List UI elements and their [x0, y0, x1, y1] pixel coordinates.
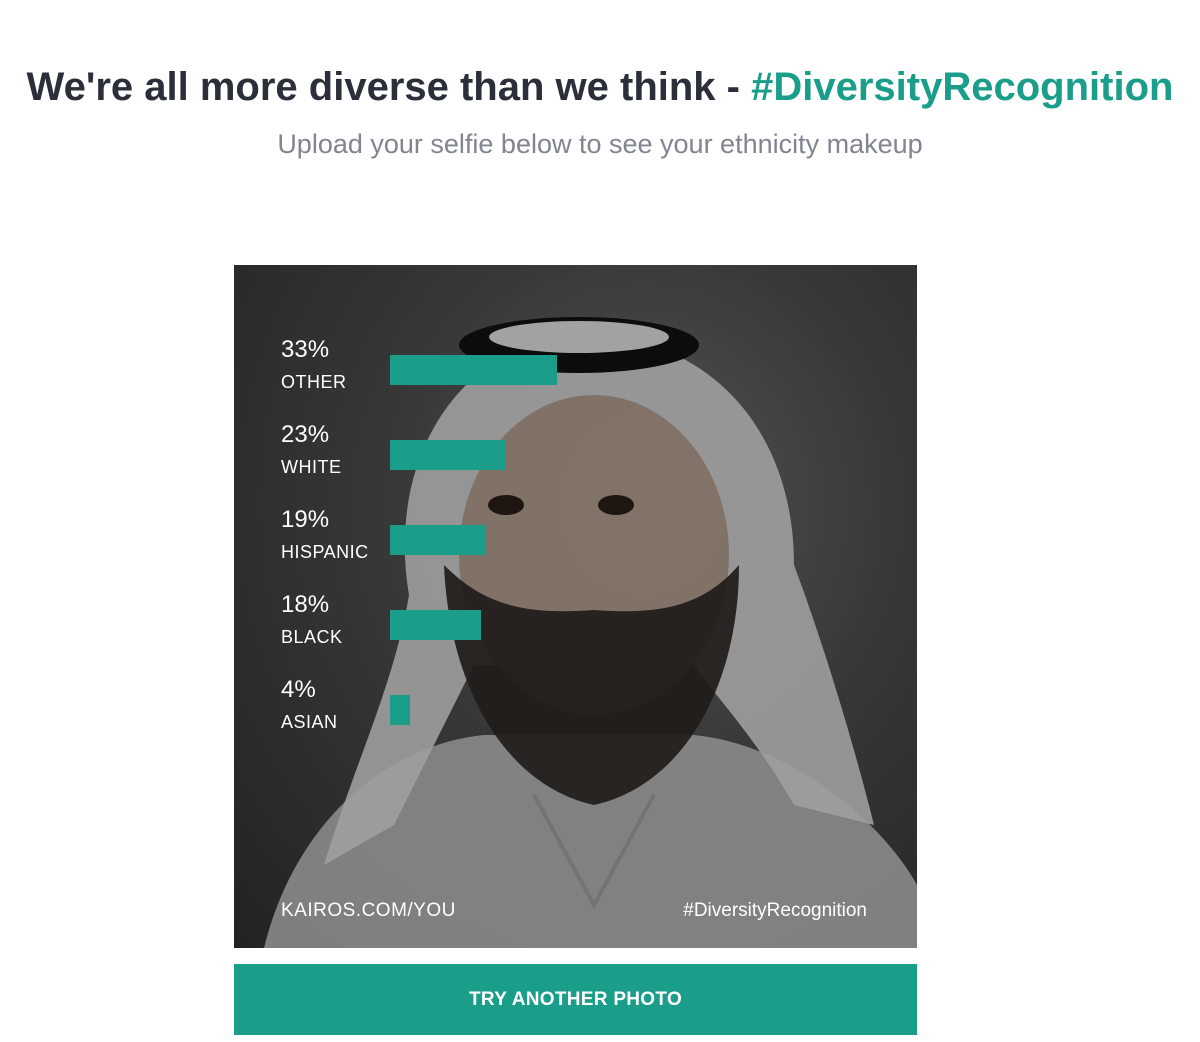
page-title-hashtag: #DiversityRecognition — [751, 64, 1174, 109]
try-another-photo-button[interactable]: TRY ANOTHER PHOTO — [234, 964, 917, 1035]
result-card: 33% OTHER 23% WHITE 19% HISPANIC 18% BLACK 4% ASI… — [234, 265, 917, 948]
bar-value-label: 18% — [281, 591, 330, 618]
bar-white — [390, 440, 506, 470]
bar-value-label: 19% — [281, 506, 330, 533]
page-subtitle: Upload your selfie below to see your eth… — [277, 129, 923, 159]
ethnicity-chart: 33% OTHER 23% WHITE 19% HISPANIC 18% BLACK 4% ASI… — [234, 265, 917, 948]
bar-category-label: BLACK — [281, 627, 343, 647]
bar-category-label: HISPANIC — [281, 542, 369, 562]
bar-value-label: 4% — [281, 676, 316, 703]
chart-row-white: 23% WHITE — [281, 420, 681, 490]
chart-row-hispanic: 19% HISPANIC — [281, 505, 681, 575]
page-title-main: We're all more diverse than we think - — [26, 64, 752, 109]
kairos-url: KAIROS.COM/YOU — [281, 900, 456, 921]
chart-row-other: 33% OTHER — [281, 335, 681, 405]
bar-value-label: 23% — [281, 421, 330, 448]
bar-value-label: 33% — [281, 336, 330, 363]
bar-hispanic — [390, 525, 486, 555]
bar-category-label: WHITE — [281, 457, 342, 477]
bar-category-label: OTHER — [281, 372, 347, 392]
chart-row-black: 18% BLACK — [281, 590, 681, 660]
bar-other — [390, 355, 557, 385]
card-hashtag: #DiversityRecognition — [683, 900, 867, 921]
bar-category-label: ASIAN — [281, 712, 338, 732]
bar-black — [390, 610, 481, 640]
page-title: We're all more diverse than we think - #… — [0, 61, 1200, 113]
bar-asian — [390, 695, 410, 725]
chart-row-asian: 4% ASIAN — [281, 675, 681, 745]
